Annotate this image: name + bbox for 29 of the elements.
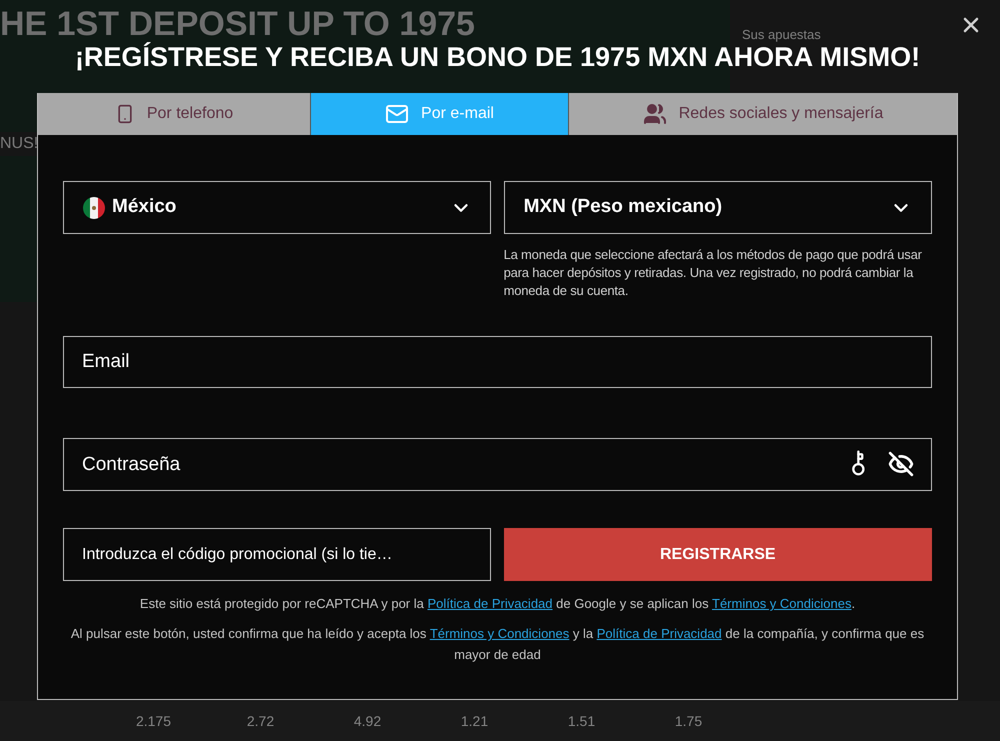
legal-link[interactable]: Términos y Condiciones	[430, 626, 570, 641]
legal-text: Este sitio está protegido por reCAPTCHA y por la Política de Privacidad de Google y se aplican los Términos y Condiciones.	[138, 595, 856, 613]
odds-value: 1.51	[566, 712, 596, 730]
legal-link[interactable]: Política de Privacidad	[596, 626, 722, 641]
banner-text: NUS!	[0, 132, 38, 156]
country-select[interactable]: México	[63, 181, 491, 234]
envelope-icon	[385, 102, 410, 126]
odds-value: 2.72	[246, 712, 276, 730]
currency-note: La moneda que seleccione afectará a los métodos de pago que podrá usar para hacer depósitos y retiradas. Una vez registrado, no podrá cambiar la moneda de su cuenta.	[504, 246, 923, 300]
people-icon	[642, 102, 667, 126]
currency-select[interactable]: MXN (Peso mexicano)	[504, 181, 932, 234]
promo-code-field[interactable]: Introduzca el código promocional (si lo tie…	[63, 528, 491, 581]
legal-link[interactable]: Términos y Condiciones	[712, 596, 852, 611]
tab[interactable]: Por telefono	[38, 93, 310, 135]
legal-text: Al pulsar este botón, usted confirma que ha leído y acepta los Términos y Condiciones y la Política de Privacidad de la compañía, y confirma que es mayor de edad	[70, 625, 926, 664]
flag-icon	[82, 196, 106, 220]
modal-title: ¡REGÍSTRESE Y RECIBA UN BONO DE 1975 MXN AHORA MISMO!	[74, 42, 922, 74]
password-field[interactable]: Contraseña	[63, 438, 932, 491]
register-button[interactable]: REGISTRARSE	[504, 528, 932, 581]
odds-value: 2.175	[134, 712, 172, 730]
bet-slip-title: Sus apuestas	[742, 26, 822, 44]
tab[interactable]: Redes sociales y mensajería	[568, 93, 957, 135]
banner-headline: HE 1ST DEPOSIT UP TO 1975	[0, 4, 476, 43]
odds-value: 1.75	[674, 712, 704, 730]
odds-value: 1.21	[460, 712, 490, 730]
email-field[interactable]: Email	[63, 336, 932, 388]
odds-value: 4.92	[352, 712, 382, 730]
eye-slash-icon[interactable]	[888, 451, 914, 477]
legal-link[interactable]: Política de Privacidad	[428, 596, 553, 611]
